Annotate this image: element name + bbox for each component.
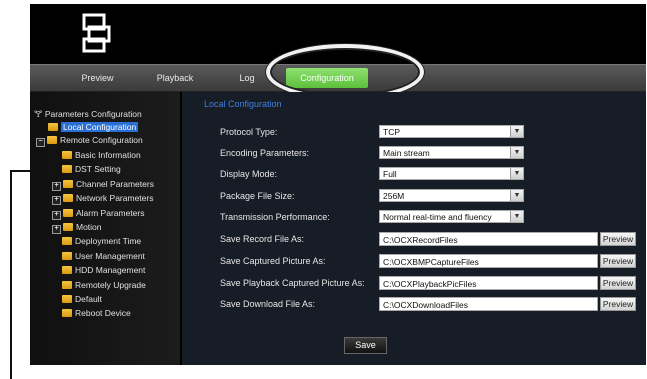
folder-icon bbox=[63, 180, 73, 188]
tab-playback[interactable]: Playback bbox=[145, 65, 205, 91]
save-record-file-path-input[interactable]: C:\OCXRecordFiles bbox=[379, 232, 598, 246]
encoding-parameters-label: Encoding Parameters: bbox=[220, 148, 310, 158]
tree-item-reboot-device[interactable]: Reboot Device bbox=[62, 307, 131, 319]
save-button[interactable]: Save bbox=[344, 337, 387, 354]
tree-item-user-management[interactable]: User Management bbox=[62, 250, 145, 262]
tree-item-channel-parameters[interactable]: + Channel Parameters bbox=[52, 178, 154, 191]
tree-item-hdd-management[interactable]: HDD Management bbox=[62, 264, 145, 276]
package-file-size-select[interactable]: 256M ▼ bbox=[379, 189, 524, 202]
chevron-down-icon[interactable]: ▼ bbox=[510, 147, 523, 158]
expand-icon[interactable]: + bbox=[52, 211, 61, 220]
folder-icon bbox=[62, 151, 72, 159]
local-configuration-panel: Local Configuration Protocol Type: TCP ▼… bbox=[182, 92, 646, 365]
display-mode-label: Display Mode: bbox=[220, 169, 278, 179]
select-value: Normal real-time and fluency bbox=[383, 212, 492, 222]
callout-line-horizontal bbox=[10, 170, 30, 172]
tree-item-label: Remotely Upgrade bbox=[75, 280, 146, 290]
section-title: Local Configuration bbox=[204, 99, 282, 109]
chevron-down-icon[interactable]: ▼ bbox=[510, 190, 523, 201]
tree-item-alarm-parameters[interactable]: + Alarm Parameters bbox=[52, 207, 145, 220]
tree-item-dst-setting[interactable]: DST Setting bbox=[62, 163, 121, 175]
tree-item-basic-information[interactable]: Basic Information bbox=[62, 149, 141, 161]
folder-icon bbox=[62, 237, 72, 245]
tree-root-label: Parameters Configuration bbox=[44, 109, 142, 119]
folder-icon bbox=[63, 194, 73, 202]
save-playback-picture-label: Save Playback Captured Picture As: bbox=[220, 278, 365, 288]
save-captured-picture-label: Save Captured Picture As: bbox=[220, 256, 326, 266]
encoding-parameters-select[interactable]: Main stream ▼ bbox=[379, 146, 524, 159]
tree-item-remotely-upgrade[interactable]: Remotely Upgrade bbox=[62, 279, 146, 291]
select-value: TCP bbox=[383, 127, 400, 137]
save-download-file-path-input[interactable]: C:\OCXDownloadFiles bbox=[379, 297, 598, 311]
tree-item-label: Channel Parameters bbox=[76, 179, 154, 189]
folder-icon bbox=[63, 209, 73, 217]
protocol-type-select[interactable]: TCP ▼ bbox=[379, 125, 524, 138]
tree-item-label: HDD Management bbox=[75, 265, 146, 275]
tree-item-default[interactable]: Default bbox=[62, 293, 102, 305]
save-download-file-label: Save Download File As: bbox=[220, 299, 316, 309]
tree-item-deployment-time[interactable]: Deployment Time bbox=[62, 235, 141, 247]
folder-icon bbox=[62, 165, 72, 173]
tab-log[interactable]: Log bbox=[227, 65, 267, 91]
tree-item-remote-configuration[interactable]: − Remote Configuration bbox=[36, 134, 143, 147]
select-value: Full bbox=[383, 169, 397, 179]
folder-icon bbox=[48, 123, 58, 131]
select-value: Main stream bbox=[383, 148, 430, 158]
collapse-icon[interactable]: − bbox=[36, 138, 45, 147]
display-mode-select[interactable]: Full ▼ bbox=[379, 167, 524, 180]
tree-item-label: Network Parameters bbox=[76, 193, 154, 203]
transmission-performance-label: Transmission Performance: bbox=[220, 212, 330, 222]
folder-icon bbox=[62, 295, 72, 303]
select-value: 256M bbox=[383, 191, 405, 201]
tree-item-label: Alarm Parameters bbox=[76, 208, 145, 218]
tree-item-label: Motion bbox=[76, 222, 102, 232]
folder-icon bbox=[63, 223, 73, 231]
chevron-down-icon[interactable]: ▼ bbox=[510, 211, 523, 222]
browse-record-file-button[interactable]: Preview bbox=[600, 232, 636, 246]
tree-item-label: Remote Configuration bbox=[60, 135, 143, 145]
chevron-down-icon[interactable]: ▼ bbox=[510, 126, 523, 137]
browse-captured-picture-button[interactable]: Preview bbox=[600, 254, 636, 268]
browse-playback-picture-button[interactable]: Preview bbox=[600, 276, 636, 290]
save-record-file-label: Save Record File As: bbox=[220, 234, 305, 244]
app-window: Preview Playback Log Configuration 🝖 Par… bbox=[30, 4, 646, 365]
save-playback-picture-path-input[interactable]: C:\OCXPlaybackPicFiles bbox=[379, 276, 598, 290]
chevron-down-icon[interactable]: ▼ bbox=[510, 168, 523, 179]
app-logo-icon bbox=[82, 13, 111, 53]
folder-icon bbox=[62, 252, 72, 260]
callout-line-vertical bbox=[10, 170, 12, 379]
folder-icon bbox=[62, 281, 72, 289]
save-captured-picture-path-input[interactable]: C:\OCXBMPCaptureFiles bbox=[379, 254, 598, 268]
tree-item-label: Default bbox=[75, 294, 102, 304]
transmission-performance-select[interactable]: Normal real-time and fluency ▼ bbox=[379, 210, 524, 223]
folder-icon bbox=[62, 266, 72, 274]
tree-item-label: Reboot Device bbox=[75, 308, 131, 318]
tree-root[interactable]: 🝖 Parameters Configuration bbox=[34, 108, 142, 120]
config-tree-panel: 🝖 Parameters Configuration Local Configu… bbox=[30, 92, 180, 365]
folder-icon bbox=[62, 309, 72, 317]
tree-item-label: User Management bbox=[75, 251, 145, 261]
expand-icon[interactable]: + bbox=[52, 182, 61, 191]
tree-item-local-configuration[interactable]: Local Configuration bbox=[48, 121, 139, 133]
tree-item-motion[interactable]: + Motion bbox=[52, 221, 102, 234]
tree-item-label: Basic Information bbox=[75, 150, 141, 160]
expand-icon[interactable]: + bbox=[52, 225, 61, 234]
folder-icon bbox=[47, 136, 57, 144]
browse-download-file-button[interactable]: Preview bbox=[600, 297, 636, 311]
tab-preview[interactable]: Preview bbox=[70, 65, 125, 91]
tree-item-network-parameters[interactable]: + Network Parameters bbox=[52, 192, 154, 205]
expand-icon[interactable]: + bbox=[52, 196, 61, 205]
tree-item-label: DST Setting bbox=[75, 164, 121, 174]
parameters-tree-icon: 🝖 bbox=[34, 109, 43, 119]
tree-item-label: Deployment Time bbox=[75, 236, 142, 246]
protocol-type-label: Protocol Type: bbox=[220, 127, 278, 137]
tree-item-label: Local Configuration bbox=[61, 122, 139, 132]
package-file-size-label: Package File Size: bbox=[220, 191, 295, 201]
